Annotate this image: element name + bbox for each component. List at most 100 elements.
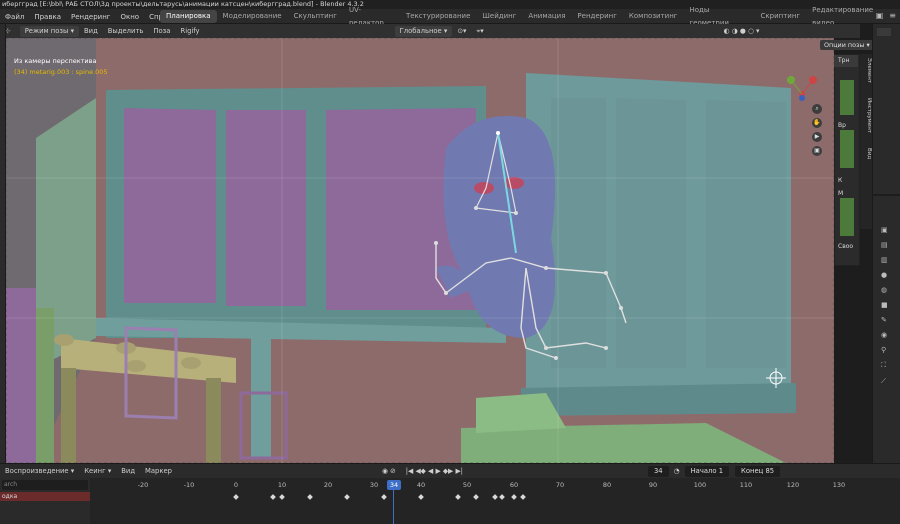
timeline-header: Воспроизведение ▾ Кеинг ▾ Вид Маркер ◉ ⊘…: [0, 463, 900, 478]
tab-modeling[interactable]: Моделирование: [217, 10, 288, 23]
end-frame-field[interactable]: Конец 85: [735, 465, 781, 477]
hand-icon[interactable]: ✋: [812, 118, 822, 128]
timeline-area[interactable]: [0, 478, 900, 524]
top-right-icons: ▣ ≡: [876, 11, 896, 20]
viewport-active-bone: (34) metarig.003 : spine.005: [14, 68, 108, 76]
tab-texture-paint[interactable]: Текстурирование: [400, 10, 476, 23]
bone-props-icon[interactable]: ⟋: [881, 377, 888, 386]
physics-props-icon[interactable]: ◉: [881, 331, 888, 339]
snap-icon[interactable]: ⌖▾: [471, 27, 488, 36]
viewport-camera-label: Из камеры перспектива: [14, 57, 97, 65]
orientation-select[interactable]: Глобальное ▾: [394, 25, 453, 37]
mode-select-label: Режим позы: [24, 26, 69, 35]
tab-layout[interactable]: Планировка: [160, 10, 217, 23]
ruler-label: 130: [832, 481, 846, 489]
menu-window[interactable]: Окно: [115, 13, 144, 21]
sidebar-tab-tool[interactable]: Инструмент: [860, 98, 872, 133]
timeline-channel-row[interactable]: одка: [0, 492, 90, 501]
n-panel-transform-tab[interactable]: Трн: [834, 55, 858, 67]
playback-label: Воспроизведение: [5, 467, 69, 475]
n-panel-field-group-3[interactable]: [840, 198, 854, 236]
menu-select[interactable]: Выделить: [103, 27, 149, 35]
end-label: Конец: [741, 466, 764, 475]
properties-tab-icons: ▣ ▤ ▥ ● ◍ ■ ✎ ◉ ⚲ ⛶ ⟋: [881, 226, 888, 386]
shading-icons[interactable]: ◐ ◑ ● ○ ▾: [719, 27, 765, 35]
sidebar-tab-view[interactable]: Вид: [860, 148, 872, 159]
pose-options-button[interactable]: Опции позы ▾: [820, 40, 874, 50]
scene-render: [6, 38, 834, 463]
3d-viewport[interactable]: [6, 38, 834, 463]
ruler-label: -20: [137, 481, 149, 489]
tab-shading[interactable]: Шейдинг: [476, 10, 522, 23]
tab-rendering[interactable]: Рендеринг: [571, 10, 623, 23]
marker-menu[interactable]: Маркер: [140, 467, 177, 475]
start-label: Начало: [690, 466, 717, 475]
viewport-header: ⊹ Режим позы ▾ Вид Выделить Поза Rigify …: [0, 24, 860, 38]
timeline-view-menu[interactable]: Вид: [116, 467, 140, 475]
start-frame-field[interactable]: Начало 1: [684, 465, 730, 477]
ruler-label: 20: [323, 481, 333, 489]
n-panel-label-props: Своо: [838, 243, 854, 250]
n-panel-label-m: М: [838, 190, 844, 197]
ruler-label: 90: [648, 481, 658, 489]
lock-icon[interactable]: ▣: [812, 146, 822, 156]
timeline-search-input[interactable]: arch: [2, 480, 88, 490]
playback-menu[interactable]: Воспроизведение ▾: [0, 467, 79, 475]
outliner-panel[interactable]: [872, 24, 900, 194]
menu-file[interactable]: Файл: [0, 13, 29, 21]
keying-label: Кеинг: [84, 467, 106, 475]
ruler-label: 70: [555, 481, 565, 489]
tab-animation[interactable]: Анимация: [522, 10, 571, 23]
mode-select[interactable]: Режим позы ▾: [19, 25, 79, 37]
current-frame-indicator[interactable]: 34: [387, 480, 401, 490]
render-props-icon[interactable]: ▣: [881, 226, 888, 234]
pivot-icon[interactable]: ⊙▾: [452, 27, 471, 35]
viewport-nav-tools: ⌕ ✋ ▶ ▣: [812, 104, 822, 156]
clock-icon[interactable]: ◔: [669, 467, 685, 475]
start-value: 1: [718, 466, 724, 475]
menu-pose[interactable]: Поза: [148, 27, 175, 35]
top-bar: Файл Правка Рендеринг Окно Справка Плани…: [0, 6, 900, 27]
current-frame-field[interactable]: 34: [647, 465, 669, 477]
object-props-icon[interactable]: ■: [881, 301, 888, 309]
tab-compositing[interactable]: Композитинг: [623, 10, 684, 23]
n-panel-field-group-2[interactable]: [840, 130, 854, 168]
record-icon[interactable]: ◉ ⊘: [377, 467, 401, 475]
data-props-icon[interactable]: ⛶: [881, 361, 888, 370]
main-menu: Файл Правка Рендеринг Окно Справка: [0, 9, 185, 24]
ruler-label: 40: [416, 481, 426, 489]
scene-props-icon[interactable]: ●: [881, 271, 888, 279]
world-props-icon[interactable]: ◍: [881, 286, 888, 294]
ruler-label: -10: [183, 481, 195, 489]
output-props-icon[interactable]: ▤: [881, 241, 888, 249]
menu-rigify[interactable]: Rigify: [175, 27, 204, 35]
ruler-label: 50: [462, 481, 472, 489]
camera-icon[interactable]: ▶: [812, 132, 822, 142]
outliner-search-field[interactable]: [877, 28, 891, 36]
view-layer-icon[interactable]: ▥: [881, 256, 888, 264]
ruler-label: 0: [233, 481, 239, 489]
playhead[interactable]: [393, 490, 394, 524]
menu-view[interactable]: Вид: [79, 27, 103, 35]
pose-options-label: Опции позы: [824, 41, 865, 49]
orientation-label: Глобальное: [399, 26, 442, 35]
workspace-tabs: Планировка Моделирование Скульптинг UV-р…: [160, 6, 900, 27]
sidebar-tab-item[interactable]: Элемент: [860, 58, 872, 83]
layer-icon[interactable]: ≡: [889, 11, 896, 20]
modifier-props-icon[interactable]: ✎: [881, 316, 888, 324]
scene-icon[interactable]: ▣: [876, 11, 884, 20]
n-panel-label-vr: Вр: [838, 122, 846, 129]
constraint-props-icon[interactable]: ⚲: [881, 346, 888, 354]
n-panel-field-group-1[interactable]: [840, 80, 854, 115]
menu-render[interactable]: Рендеринг: [66, 13, 116, 21]
keying-menu[interactable]: Кеинг ▾: [79, 467, 116, 475]
n-panel-label-k: К: [838, 177, 843, 184]
menu-edit[interactable]: Правка: [29, 13, 66, 21]
tab-sculpting[interactable]: Скульптинг: [288, 10, 343, 23]
ruler-label: 10: [277, 481, 287, 489]
properties-panel[interactable]: ▣ ▤ ▥ ● ◍ ■ ✎ ◉ ⚲ ⛶ ⟋: [872, 196, 900, 464]
playback-controls[interactable]: |◀ ◀◆ ◀ ▶ ◆▶ ▶|: [401, 467, 468, 475]
tab-scripting[interactable]: Скриптинг: [755, 10, 807, 23]
ruler-label: 60: [509, 481, 519, 489]
zoom-icon[interactable]: ⌕: [812, 104, 822, 114]
